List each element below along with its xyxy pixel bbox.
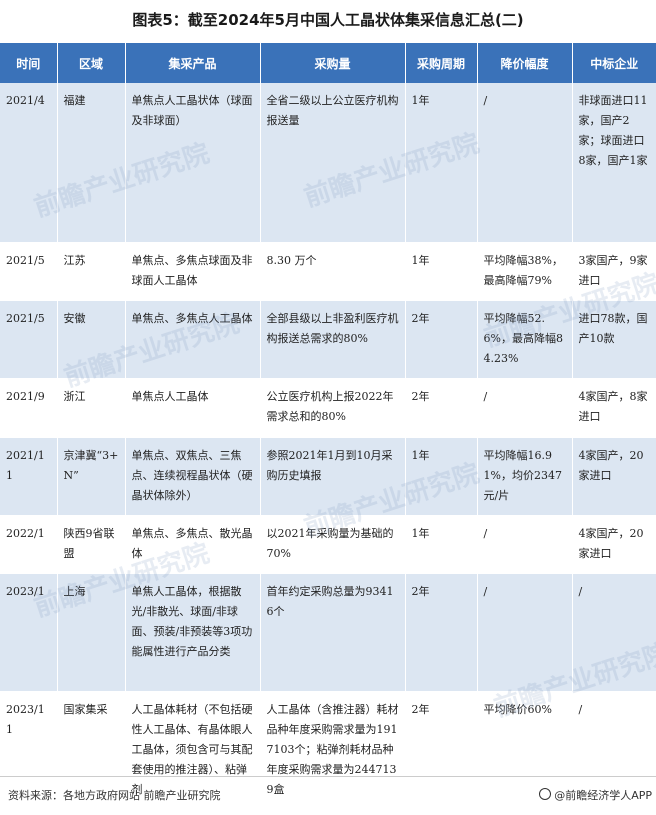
cell-cycle: 1年 xyxy=(405,515,478,574)
cell-time: 2021/9 xyxy=(0,378,58,438)
cell-cycle: 1年 xyxy=(405,83,478,243)
cell-product: 单焦点、多焦点球面及非球面人工晶体 xyxy=(125,242,261,301)
cell-product: 单焦点、多焦点人工晶体 xyxy=(125,300,261,379)
cell-time: 2021/5 xyxy=(0,242,58,301)
header-cycle: 采购周期 xyxy=(405,43,478,83)
table-row: 2021/5 江苏 单焦点、多焦点球面及非球面人工晶体 8.30 万个 1年 平… xyxy=(0,242,656,301)
cell-region: 安徽 xyxy=(57,300,126,379)
cell-winners: 4家国产，20家进口 xyxy=(572,515,656,574)
table-row: 2021/4 福建 单焦点人工晶状体（球面及非球面） 全省二级以上公立医疗机构报… xyxy=(0,83,656,243)
cell-cycle: 2年 xyxy=(405,300,478,379)
cell-winners: / xyxy=(572,573,656,692)
cell-product: 单焦点人工晶体 xyxy=(125,378,261,438)
cell-price-cut: / xyxy=(477,573,573,692)
cell-volume: 全部县级以上非盈利医疗机构报送总需求的80% xyxy=(260,300,406,379)
table-title: 图表5：截至2024年5月中国人工晶状体集采信息汇总(二) xyxy=(132,11,524,29)
cell-region: 陕西9省联盟 xyxy=(57,515,126,574)
cell-cycle: 1年 xyxy=(405,437,478,516)
cell-cycle: 2年 xyxy=(405,573,478,692)
header-winners: 中标企业 xyxy=(572,43,656,83)
cell-price-cut: 平均降幅52.6%，最高降幅84.23% xyxy=(477,300,573,379)
cell-volume: 首年约定采购总量为93416个 xyxy=(260,573,406,692)
cell-volume: 8.30 万个 xyxy=(260,242,406,301)
cell-time: 2021/4 xyxy=(0,83,58,243)
cell-time: 2021/11 xyxy=(0,437,58,516)
footer: 资料来源：各地方政府网站 前瞻产业研究院 @前瞻经济学人APP xyxy=(0,776,656,815)
cell-product: 单焦点人工晶状体（球面及非球面） xyxy=(125,83,261,243)
header-product: 集采产品 xyxy=(125,43,261,83)
cell-winners: 4家国产，8家进口 xyxy=(572,378,656,438)
cell-price-cut: / xyxy=(477,83,573,243)
table-row: 2021/11 京津冀“3+N” 单焦点、双焦点、三焦点、连续视程晶状体（硬晶状… xyxy=(0,437,656,516)
cell-time: 2023/1 xyxy=(0,573,58,692)
cell-region: 江苏 xyxy=(57,242,126,301)
cell-volume: 公立医疗机构上报2022年需求总和的80% xyxy=(260,378,406,438)
cell-winners: 3家国产，9家进口 xyxy=(572,242,656,301)
cell-price-cut: 平均降幅16.91%，均价2347元/片 xyxy=(477,437,573,516)
procurement-table: 时间 区域 集采产品 采购量 采购周期 降价幅度 中标企业 2021/4 福建 … xyxy=(0,43,656,810)
cell-region: 上海 xyxy=(57,573,126,692)
cell-cycle: 2年 xyxy=(405,378,478,438)
cell-winners: 4家国产，20家进口 xyxy=(572,437,656,516)
cell-time: 2022/1 xyxy=(0,515,58,574)
cell-price-cut: 平均降幅38%，最高降幅79% xyxy=(477,242,573,301)
table-row: 2021/9 浙江 单焦点人工晶体 公立医疗机构上报2022年需求总和的80% … xyxy=(0,378,656,438)
table-row: 2022/1 陕西9省联盟 单焦点、多焦点、散光晶体 以2021年采购量为基础的… xyxy=(0,515,656,574)
cell-price-cut: / xyxy=(477,378,573,438)
cell-volume: 以2021年采购量为基础的70% xyxy=(260,515,406,574)
cell-time: 2021/5 xyxy=(0,300,58,379)
brand-logo-icon xyxy=(539,788,552,800)
cell-winners: 进口78款，国产10款 xyxy=(572,300,656,379)
cell-region: 福建 xyxy=(57,83,126,243)
header-price-cut: 降价幅度 xyxy=(477,43,573,83)
cell-cycle: 1年 xyxy=(405,242,478,301)
header-region: 区域 xyxy=(57,43,126,83)
cell-volume: 全省二级以上公立医疗机构报送量 xyxy=(260,83,406,243)
cell-region: 浙江 xyxy=(57,378,126,438)
cell-volume: 参照2021年1月到10月采购历史填报 xyxy=(260,437,406,516)
table-row: 2021/5 安徽 单焦点、多焦点人工晶体 全部县级以上非盈利医疗机构报送总需求… xyxy=(0,300,656,379)
brand-text: @前瞻经济学人APP xyxy=(554,789,652,802)
cell-region: 京津冀“3+N” xyxy=(57,437,126,516)
cell-price-cut: / xyxy=(477,515,573,574)
source-note: 资料来源：各地方政府网站 前瞻产业研究院 xyxy=(8,789,221,802)
cell-product: 单焦点、多焦点、散光晶体 xyxy=(125,515,261,574)
table-header-row: 时间 区域 集采产品 采购量 采购周期 降价幅度 中标企业 xyxy=(0,43,656,83)
cell-product: 单焦点、双焦点、三焦点、连续视程晶状体（硬晶状体除外） xyxy=(125,437,261,516)
brand-credit: @前瞻经济学人APP xyxy=(539,787,652,803)
header-volume: 采购量 xyxy=(260,43,406,83)
cell-product: 单焦人工晶体，根据散光/非散光、球面/非球面、预装/非预装等3项功能属性进行产品… xyxy=(125,573,261,692)
header-time: 时间 xyxy=(0,43,58,83)
table-row: 2023/1 上海 单焦人工晶体，根据散光/非散光、球面/非球面、预装/非预装等… xyxy=(0,573,656,692)
cell-winners: 非球面进口11家，国产2家；球面进口8家，国产1家 xyxy=(572,83,656,243)
